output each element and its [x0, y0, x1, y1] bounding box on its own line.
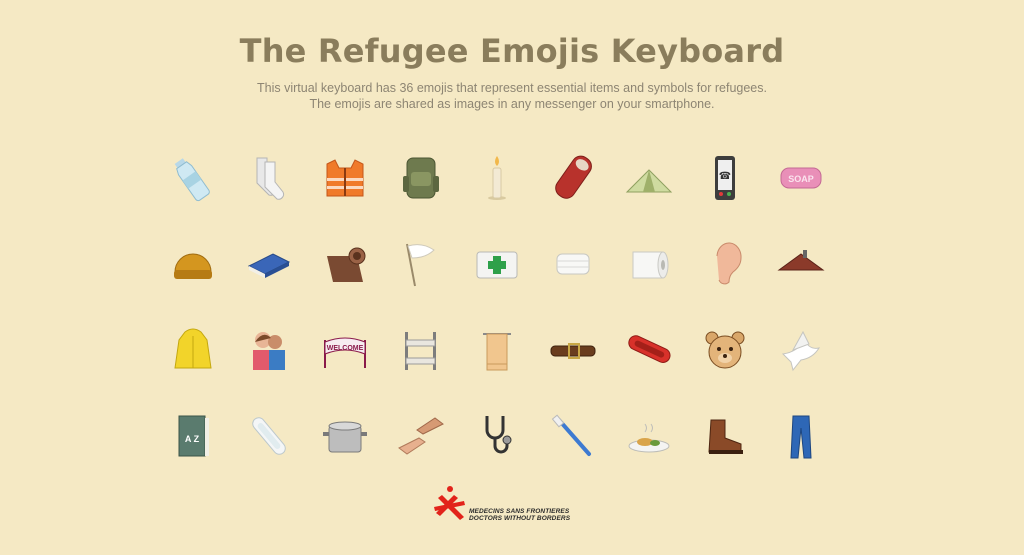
- welcome-banner-icon: WELCOME: [324, 337, 366, 368]
- socks-icon: [256, 157, 284, 200]
- toothbrush-icon: [551, 414, 591, 456]
- belt-icon: [550, 343, 596, 359]
- face-mask-icon: [556, 253, 590, 275]
- emoji-hiking-boot[interactable]: [687, 393, 763, 479]
- soap-icon: SOAP: [780, 167, 822, 189]
- emoji-teddy-bear[interactable]: [687, 307, 763, 393]
- emoji-stethoscope[interactable]: [459, 393, 535, 479]
- emoji-book[interactable]: [231, 221, 307, 307]
- book-icon: [247, 253, 291, 278]
- dove-icon: [781, 330, 821, 372]
- emoji-toothbrush[interactable]: [535, 393, 611, 479]
- svg-text:SOAP: SOAP: [788, 174, 814, 184]
- ear-icon: [716, 242, 742, 285]
- life-vest-icon: [326, 159, 364, 197]
- emoji-keyboard-grid: ☎ SOAP WELCOME A Z: [155, 135, 839, 479]
- emoji-blanket-roll[interactable]: [307, 221, 383, 307]
- emoji-jeans[interactable]: [763, 393, 839, 479]
- emoji-belt[interactable]: [535, 307, 611, 393]
- emoji-tent[interactable]: [611, 135, 687, 221]
- jeans-icon: [790, 415, 812, 459]
- description-line-1: This virtual keyboard has 36 emojis that…: [257, 81, 767, 95]
- emoji-inflatable-boat[interactable]: [611, 307, 687, 393]
- emoji-meal-plate[interactable]: [611, 393, 687, 479]
- emoji-water-bottle[interactable]: [155, 135, 231, 221]
- emoji-ear[interactable]: [687, 221, 763, 307]
- backpack-icon: [403, 157, 439, 199]
- towel-icon: [483, 333, 511, 371]
- svg-text:A Z: A Z: [185, 434, 200, 444]
- emoji-hug[interactable]: [231, 307, 307, 393]
- page-description: This virtual keyboard has 36 emojis that…: [0, 80, 1024, 112]
- emoji-white-flag[interactable]: [383, 221, 459, 307]
- first-aid-kit-icon: [476, 251, 518, 279]
- description-line-2: The emojis are shared as images in any m…: [309, 97, 715, 111]
- emoji-cooking-pot[interactable]: [307, 393, 383, 479]
- emoji-sleeping-bag[interactable]: [535, 135, 611, 221]
- svg-text:WELCOME: WELCOME: [327, 345, 364, 352]
- dictionary-icon: A Z: [178, 415, 209, 457]
- sanitary-pad-icon: [252, 417, 286, 455]
- candle-icon: [488, 156, 506, 200]
- hug-icon: [253, 332, 285, 370]
- emoji-welcome-banner[interactable]: WELCOME: [307, 307, 383, 393]
- beanie-hat-icon: [174, 253, 212, 279]
- emoji-soap[interactable]: SOAP: [763, 135, 839, 221]
- emoji-raincoat[interactable]: [155, 307, 231, 393]
- white-flag-icon: [406, 243, 435, 287]
- emoji-first-aid-kit[interactable]: [459, 221, 535, 307]
- emoji-helping-hands[interactable]: [383, 393, 459, 479]
- msf-logo-line-2: DOCTORS WITHOUT BORDERS: [469, 515, 571, 522]
- meal-plate-icon: [628, 423, 670, 453]
- mobile-phone-icon: ☎: [715, 156, 735, 200]
- emoji-dove[interactable]: [763, 307, 839, 393]
- emoji-sanitary-pad[interactable]: [231, 393, 307, 479]
- emoji-candle[interactable]: [459, 135, 535, 221]
- toilet-paper-icon: [632, 251, 669, 279]
- helping-hands-icon: [398, 417, 444, 455]
- water-bottle-icon: [174, 158, 210, 202]
- emoji-face-mask[interactable]: [535, 221, 611, 307]
- blanket-roll-icon: [327, 247, 366, 282]
- msf-logo-line-1: MEDECINS SANS FRONTIERES: [469, 508, 570, 515]
- svg-text:☎: ☎: [719, 171, 731, 182]
- stethoscope-icon: [485, 416, 512, 454]
- inflatable-boat-icon: [628, 335, 671, 363]
- raincoat-icon: [174, 328, 212, 369]
- emoji-toilet-paper[interactable]: [611, 221, 687, 307]
- emoji-beanie-hat[interactable]: [155, 221, 231, 307]
- sleeping-bag-icon: [555, 155, 592, 199]
- emoji-socks[interactable]: [231, 135, 307, 221]
- emoji-backpack[interactable]: [383, 135, 459, 221]
- cooking-pot-icon: [323, 421, 367, 453]
- emoji-bunk-bed[interactable]: [383, 307, 459, 393]
- hiking-boot-icon: [708, 419, 743, 454]
- page-title: The Refugee Emojis Keyboard: [239, 32, 785, 70]
- emoji-mobile-phone[interactable]: ☎: [687, 135, 763, 221]
- emoji-roof[interactable]: [763, 221, 839, 307]
- emoji-dictionary[interactable]: A Z: [155, 393, 231, 479]
- tent-icon: [625, 169, 673, 193]
- bunk-bed-icon: [405, 332, 436, 370]
- emoji-life-vest[interactable]: [307, 135, 383, 221]
- teddy-bear-icon: [705, 331, 745, 369]
- roof-icon: [777, 250, 825, 271]
- msf-logo-text: MEDECINS SANS FRONTIERES DOCTORS WITHOUT…: [469, 508, 570, 522]
- emoji-towel[interactable]: [459, 307, 535, 393]
